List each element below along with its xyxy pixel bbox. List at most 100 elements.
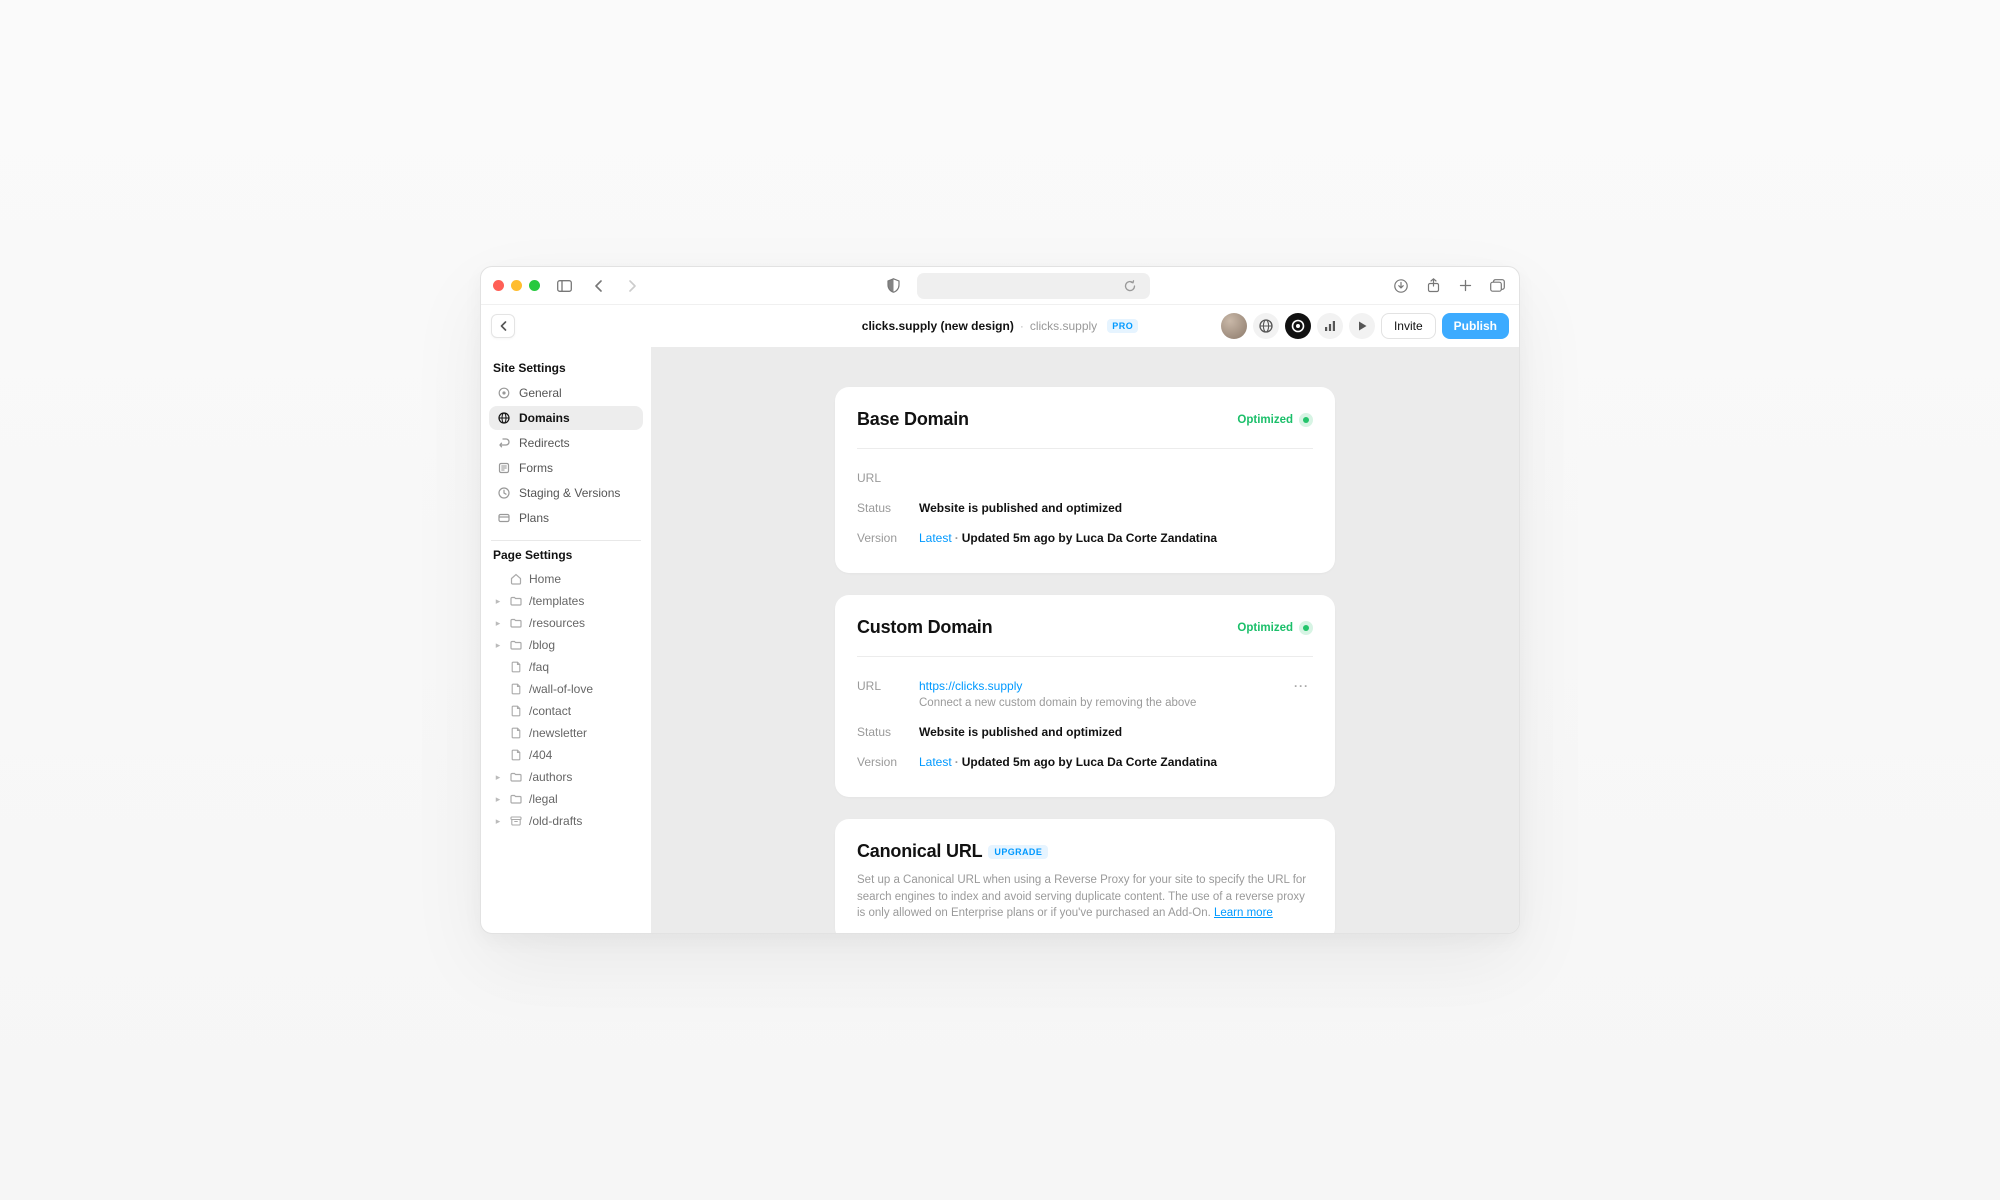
back-button[interactable] [491, 314, 515, 338]
new-tab-icon[interactable] [1455, 276, 1475, 296]
privacy-shield-icon[interactable] [883, 276, 903, 296]
main-content: Base Domain Optimized URL Status [651, 347, 1519, 933]
more-options-icon[interactable]: ··· [1290, 679, 1313, 693]
caret-icon[interactable]: ▸ [493, 772, 503, 783]
canonical-title: Canonical URL [857, 841, 982, 862]
sidebar-item-plans[interactable]: Plans [489, 506, 643, 530]
sidebar-item-staging-versions[interactable]: Staging & Versions [489, 481, 643, 505]
canonical-description: Set up a Canonical URL when using a Reve… [857, 872, 1313, 922]
page-item-label: /newsletter [529, 726, 587, 740]
address-bar[interactable] [917, 273, 1150, 299]
browser-chrome [481, 267, 1519, 305]
version-latest-link[interactable]: Latest [919, 531, 952, 545]
form-icon [497, 461, 511, 475]
browser-window: clicks.supply (new design) · clicks.supp… [480, 266, 1520, 934]
sidebar-item-label: Redirects [519, 436, 570, 450]
page-item-resources[interactable]: ▸ /resources [489, 612, 643, 634]
globe-icon [497, 411, 511, 425]
page-item-old-drafts[interactable]: ▸ /old-drafts [489, 810, 643, 832]
maximize-window-icon[interactable] [529, 280, 540, 291]
sidebar-item-label: General [519, 386, 562, 400]
folder-icon [509, 638, 523, 652]
nav-forward-icon[interactable] [622, 276, 642, 296]
status-dot-icon [1299, 621, 1313, 635]
analytics-icon[interactable] [1317, 313, 1343, 339]
value-base-status: Website is published and optimized [919, 501, 1313, 515]
sidebar-toggle-icon[interactable] [554, 276, 574, 296]
close-window-icon[interactable] [493, 280, 504, 291]
settings-gear-icon[interactable] [1285, 313, 1311, 339]
page-item-label: /templates [529, 594, 584, 608]
avatar[interactable] [1221, 313, 1247, 339]
page-item-templates[interactable]: ▸ /templates [489, 590, 643, 612]
page-item-authors[interactable]: ▸ /authors [489, 766, 643, 788]
sidebar-item-domains[interactable]: Domains [489, 406, 643, 430]
custom-domain-title: Custom Domain [857, 617, 992, 638]
sidebar-item-redirects[interactable]: Redirects [489, 431, 643, 455]
home-icon [509, 572, 523, 586]
folder-icon [509, 616, 523, 630]
sidebar-item-label: Forms [519, 461, 553, 475]
custom-domain-hint: Connect a new custom domain by removing … [919, 697, 1313, 709]
publish-button[interactable]: Publish [1442, 313, 1509, 339]
app-top-bar: clicks.supply (new design) · clicks.supp… [481, 305, 1519, 347]
page-item-faq[interactable]: /faq [489, 656, 643, 678]
page-icon [509, 704, 523, 718]
sidebar-item-label: Staging & Versions [519, 486, 620, 500]
label-url: URL [857, 679, 919, 693]
minimize-window-icon[interactable] [511, 280, 522, 291]
sidebar-item-general[interactable]: General [489, 381, 643, 405]
learn-more-link[interactable]: Learn more [1214, 907, 1273, 919]
upgrade-badge[interactable]: UPGRADE [988, 845, 1048, 859]
caret-icon[interactable]: ▸ [493, 816, 503, 827]
status-dot-icon [1299, 413, 1313, 427]
folder-icon [509, 792, 523, 806]
nav-back-icon[interactable] [588, 276, 608, 296]
page-icon [509, 682, 523, 696]
redirect-icon [497, 436, 511, 450]
clock-icon [497, 486, 511, 500]
custom-domain-card: Custom Domain Optimized URL https://clic… [835, 595, 1335, 797]
window-traffic-lights [493, 280, 540, 291]
globe-icon[interactable] [1253, 313, 1279, 339]
page-icon [509, 660, 523, 674]
page-item-label: /blog [529, 638, 555, 652]
project-domain: clicks.supply [1030, 319, 1097, 333]
page-item-label: /resources [529, 616, 585, 630]
caret-icon[interactable]: ▸ [493, 596, 503, 607]
custom-domain-url-link[interactable]: https://clicks.supply [919, 679, 1022, 693]
value-custom-version: Latest·Updated 5m ago by Luca Da Corte Z… [919, 755, 1313, 769]
page-item-404[interactable]: /404 [489, 744, 643, 766]
page-item-newsletter[interactable]: /newsletter [489, 722, 643, 744]
version-latest-link[interactable]: Latest [919, 755, 952, 769]
page-settings-header: Page Settings [493, 548, 639, 562]
status-chip-optimized: Optimized [1237, 621, 1313, 635]
reload-icon[interactable] [1120, 276, 1140, 296]
sidebar-item-label: Domains [519, 411, 570, 425]
page-item-label: /404 [529, 748, 552, 762]
page-item-legal[interactable]: ▸ /legal [489, 788, 643, 810]
play-preview-icon[interactable] [1349, 313, 1375, 339]
page-item-blog[interactable]: ▸ /blog [489, 634, 643, 656]
page-item-label: /contact [529, 704, 571, 718]
page-item-wall-of-love[interactable]: /wall-of-love [489, 678, 643, 700]
page-item-contact[interactable]: /contact [489, 700, 643, 722]
status-chip-optimized: Optimized [1237, 413, 1313, 427]
page-item-label: /old-drafts [529, 814, 582, 828]
page-item-label: /authors [529, 770, 572, 784]
download-icon[interactable] [1391, 276, 1411, 296]
page-item-home[interactable]: Home [489, 568, 643, 590]
page-item-label: /legal [529, 792, 558, 806]
page-icon [509, 726, 523, 740]
caret-icon[interactable]: ▸ [493, 618, 503, 629]
caret-icon[interactable]: ▸ [493, 640, 503, 651]
page-item-label: Home [529, 572, 561, 586]
label-status: Status [857, 725, 919, 739]
caret-icon[interactable]: ▸ [493, 794, 503, 805]
tab-overview-icon[interactable] [1487, 276, 1507, 296]
share-icon[interactable] [1423, 276, 1443, 296]
invite-button[interactable]: Invite [1381, 313, 1436, 339]
sidebar-item-label: Plans [519, 511, 549, 525]
site-settings-header: Site Settings [493, 361, 639, 375]
sidebar-item-forms[interactable]: Forms [489, 456, 643, 480]
